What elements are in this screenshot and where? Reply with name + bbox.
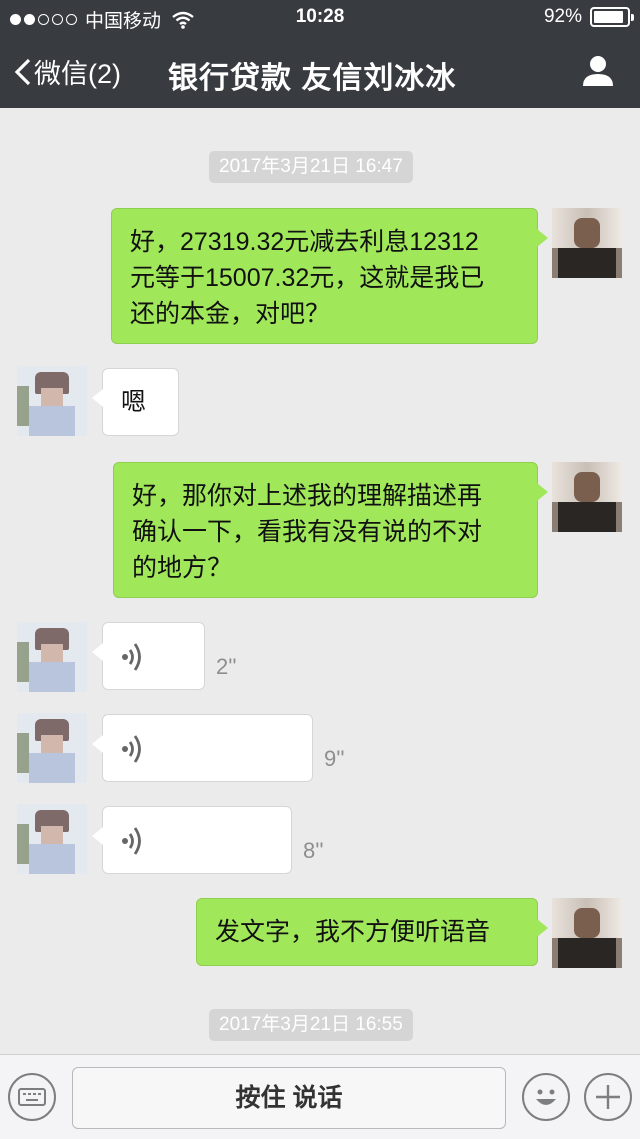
chevron-left-icon (14, 58, 31, 85)
message-line: 好，那你对上述我的理解描述再 (132, 482, 483, 510)
voice-duration: 2'' (216, 654, 237, 679)
voice-duration: 9'' (324, 746, 345, 771)
timestamp: 2017年3月21日 16:55 (209, 1009, 413, 1041)
battery-icon (590, 7, 634, 27)
my-avatar[interactable] (552, 462, 622, 532)
contact-avatar[interactable] (17, 622, 87, 692)
contact-avatar[interactable] (17, 713, 87, 783)
my-avatar[interactable] (552, 208, 622, 278)
hold-to-talk-button[interactable]: 按住 说话 (72, 1067, 506, 1129)
keyboard-icon (18, 1088, 46, 1106)
emoji-icon (536, 1089, 556, 1105)
message-text: 发文字，我不方便听语音 (215, 918, 491, 946)
voice-message[interactable] (92, 714, 313, 782)
nav-bar: 微信(2) 银行贷款 友信刘冰冰 (0, 38, 640, 108)
voice-message[interactable] (92, 622, 205, 690)
message-line: 还的本金，对吧？ (130, 300, 331, 328)
voice-icon (122, 643, 141, 671)
voice-icon (122, 827, 141, 855)
status-bar: 中国移动 10:28 92% (0, 0, 640, 36)
input-bar: 按住 说话 (0, 1054, 640, 1139)
message-line: 元等于15007.32元，这就是我已 (130, 264, 485, 292)
profile-icon[interactable] (582, 54, 614, 86)
voice-duration: 8'' (303, 838, 324, 863)
back-label: 微信(2) (34, 59, 121, 89)
message-line: 的地方？ (132, 554, 233, 582)
message-line: 好，27319.32元减去利息12312 (130, 228, 479, 256)
chat-title: 银行贷款 友信刘冰冰 (168, 62, 457, 95)
more-button[interactable] (584, 1073, 632, 1121)
my-avatar[interactable] (552, 898, 622, 968)
message-text: 嗯 (121, 388, 147, 416)
contact-avatar[interactable] (17, 804, 87, 874)
top-bar: 中国移动 10:28 92% 微信(2) 银行贷款 友信刘冰冰 (0, 0, 640, 108)
timestamp: 2017年3月21日 16:47 (209, 151, 413, 183)
plus-icon (596, 1085, 620, 1109)
keyboard-toggle-button[interactable] (8, 1073, 56, 1121)
message-bubble-sent[interactable]: 好，27319.32元减去利息12312 元等于15007.32元，这就是我已 … (111, 208, 548, 344)
battery-percent: 92% (543, 6, 582, 27)
message-bubble-sent[interactable]: 好，那你对上述我的理解描述再 确认一下，看我有没有说的不对 的地方？ (113, 462, 548, 598)
message-bubble-sent[interactable]: 发文字，我不方便听语音 (196, 898, 548, 966)
contact-avatar[interactable] (17, 366, 87, 436)
message-line: 确认一下，看我有没有说的不对 (132, 518, 483, 546)
message-bubble-received[interactable]: 嗯 (92, 368, 179, 436)
back-button[interactable]: 微信(2) (14, 52, 121, 91)
voice-message[interactable] (92, 806, 292, 874)
voice-icon (122, 735, 141, 763)
emoji-button[interactable] (522, 1073, 570, 1121)
